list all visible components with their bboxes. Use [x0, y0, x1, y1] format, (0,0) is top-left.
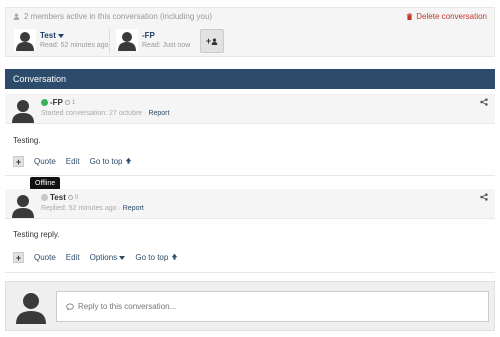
message-author[interactable]: -FP 1 [41, 98, 75, 107]
user-icon [13, 13, 20, 20]
meta-date: 52 minutes ago [68, 205, 117, 212]
meta-prefix: Started conversation: [41, 110, 108, 117]
delete-conversation-label: Delete conversation [416, 12, 487, 21]
chevron-down-icon [57, 33, 64, 38]
message: -FP 1 Started conversation: 27 octubre ·… [5, 94, 495, 176]
reputation-count: 0 [74, 194, 79, 201]
message-actions: + Quote Edit Options Go to top [13, 252, 178, 263]
avatar [116, 29, 138, 51]
member-name[interactable]: Test [40, 31, 109, 40]
arrow-up-icon [171, 253, 177, 260]
meta-prefix: Replied: [41, 205, 67, 212]
reputation-count: 1 [71, 99, 76, 106]
message-body: Testing reply. [13, 230, 60, 239]
report-link[interactable]: Report [123, 205, 144, 212]
reputation-icon [67, 195, 73, 200]
quote-button[interactable]: Quote [34, 253, 56, 262]
members-panel: 2 members active in this conversation (i… [5, 7, 495, 57]
reply-panel: Reply to this conversation... [5, 281, 495, 331]
message: Test 0 Replied: 52 minutes ago · Report … [5, 189, 495, 273]
share-icon[interactable] [480, 193, 488, 201]
trash-icon [406, 13, 413, 20]
multiquote-button[interactable]: + [13, 252, 24, 263]
message-header: -FP 1 Started conversation: 27 octubre ·… [5, 94, 495, 124]
message-header: Test 0 Replied: 52 minutes ago · Report [5, 189, 495, 219]
online-status-icon[interactable] [41, 99, 48, 106]
arrow-up-icon [125, 157, 132, 164]
members-summary-text: 2 members active in this conversation (i… [24, 12, 213, 21]
add-user-icon [211, 37, 218, 45]
quote-button[interactable]: Quote [34, 157, 56, 166]
edit-button[interactable]: Edit [66, 253, 80, 262]
message-author[interactable]: Test 0 [41, 193, 78, 202]
author-name[interactable]: Test [50, 193, 66, 202]
report-link[interactable]: Report [148, 110, 169, 117]
meta-date: 27 octubre [109, 110, 143, 117]
edit-button[interactable]: Edit [66, 157, 80, 166]
go-to-top-button[interactable]: Go to top [135, 253, 177, 262]
avatar [14, 29, 36, 51]
message-actions: + Quote Edit Go to top [13, 156, 132, 167]
message-body: Testing. [13, 136, 41, 145]
options-button[interactable]: Options [90, 253, 126, 262]
chevron-down-icon [119, 256, 126, 260]
message-meta: Started conversation: 27 octubre · Repor… [41, 110, 170, 117]
reply-input[interactable]: Reply to this conversation... [56, 291, 489, 322]
member-read-status: Read: Just now [142, 42, 191, 49]
multiquote-button[interactable]: + [13, 156, 24, 167]
share-icon[interactable] [480, 98, 488, 106]
members-summary: 2 members active in this conversation (i… [13, 12, 212, 21]
divider [109, 29, 110, 54]
avatar[interactable] [10, 192, 36, 218]
conversation-header: Conversation [5, 69, 495, 89]
go-to-top-button[interactable]: Go to top [90, 157, 132, 166]
avatar[interactable] [10, 97, 36, 123]
reputation-icon [64, 100, 70, 105]
member-read-status: Read: 52 minutes ago [40, 42, 109, 49]
reply-placeholder: Reply to this conversation... [78, 302, 177, 311]
avatar [16, 293, 46, 324]
member-test[interactable]: Test Read: 52 minutes ago [14, 29, 109, 51]
delete-conversation-button[interactable]: Delete conversation [406, 12, 487, 21]
member-name[interactable]: -FP [142, 31, 190, 40]
comment-icon [66, 303, 74, 311]
add-member-button[interactable]: + [200, 29, 224, 53]
author-name[interactable]: -FP [50, 98, 63, 107]
member-fp[interactable]: -FP Read: Just now [116, 29, 190, 51]
offline-status-icon[interactable] [41, 194, 48, 201]
message-meta: Replied: 52 minutes ago · Report [41, 205, 144, 212]
